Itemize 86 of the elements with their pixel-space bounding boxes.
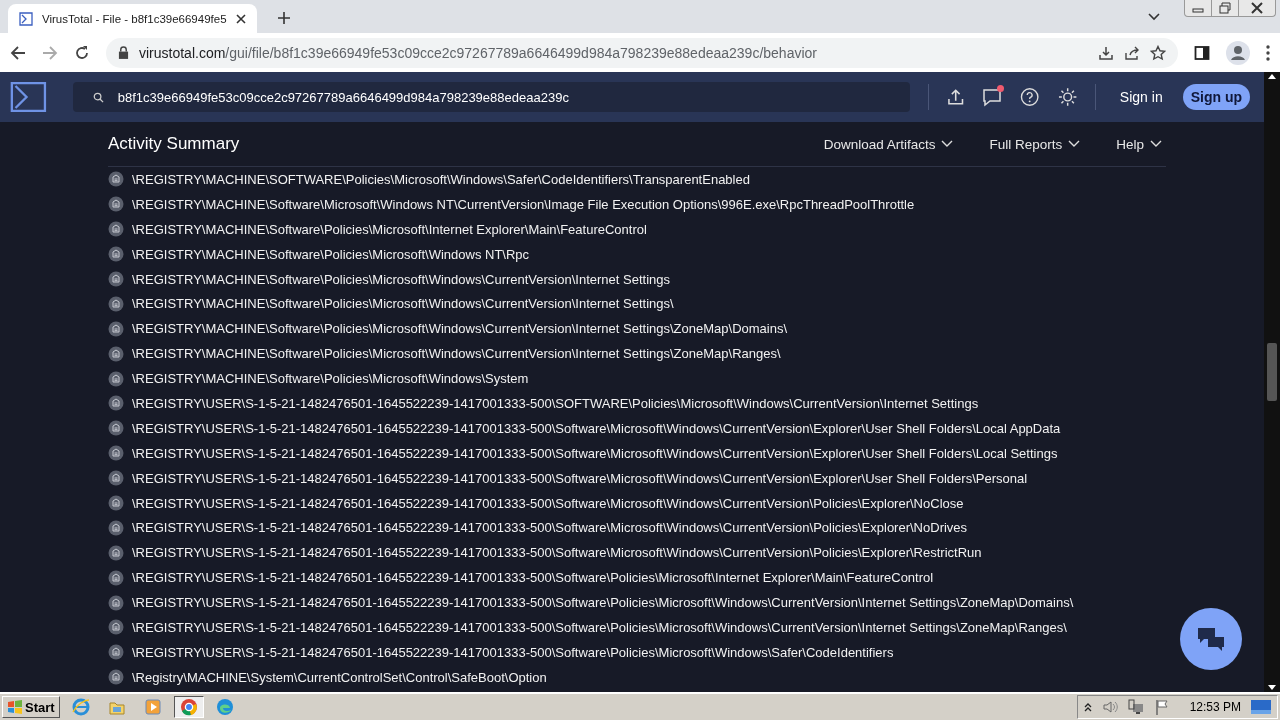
registry-key-path: \REGISTRY\USER\S-1-5-21-1482476501-1645522239-1417001333-500\Software\Microsoft\Windows\CurrentVersion\Explorer\User Shell Folders\Personal xyxy=(132,470,1028,486)
registry-key-icon xyxy=(108,420,124,437)
clock: 12:53 PM xyxy=(1189,700,1241,714)
tab-title: VirusTotal - File - b8f1c39e66949fe5 xyxy=(42,12,227,25)
dropdown-menu[interactable]: Help xyxy=(1112,136,1166,152)
registry-key-path: \REGISTRY\MACHINE\Software\Policies\Microsoft\Windows\CurrentVersion\Internet Settings\ZoneMap\Ranges\ xyxy=(132,346,781,362)
chat-bubbles-icon xyxy=(1196,626,1226,652)
registry-key-path: \Registry\MACHINE\System\CurrentControlSet\Control\SafeBoot\Option xyxy=(132,669,547,685)
new-tab-icon[interactable] xyxy=(276,11,291,25)
chevron-down-icon xyxy=(941,140,954,148)
registry-key-icon xyxy=(108,644,124,661)
dropdown-menu[interactable]: Download Artifacts xyxy=(819,136,958,152)
registry-key-path: \REGISTRY\MACHINE\Software\Policies\Microsoft\Internet Explorer\Main\FeatureControl xyxy=(132,221,647,237)
flag-icon[interactable] xyxy=(1153,699,1170,715)
chrome-logo-icon xyxy=(179,698,198,716)
registry-key-path: \REGISTRY\USER\S-1-5-21-1482476501-1645522239-1417001333-500\Software\Microsoft\Windows\CurrentVersion\Explorer\User Shell Folders\Local Settings xyxy=(132,445,1058,461)
registry-key-icon xyxy=(108,669,124,686)
search-icon xyxy=(92,91,104,103)
registry-key-path: \REGISTRY\USER\S-1-5-21-1482476501-1645522239-1417001333-500\Software\Policies\Microsoft\Windows\Safer\CodeIdentifiers xyxy=(132,644,894,660)
registry-key-path: \REGISTRY\USER\S-1-5-21-1482476501-1645522239-1417001333-500\Software\Microsoft\Windows\CurrentVersion\Policies\Explorer\NoClose xyxy=(132,495,964,511)
registry-key-path: \REGISTRY\MACHINE\Software\Policies\Microsoft\Windows\System xyxy=(132,371,529,387)
browser-e-icon xyxy=(71,698,90,716)
registry-key-path: \REGISTRY\USER\S-1-5-21-1482476501-1645522239-1417001333-500\Software\Microsoft\Windows\CurrentVersion\Policies\Explorer\RestrictRun xyxy=(132,545,982,561)
registry-key-path: \REGISTRY\USER\S-1-5-21-1482476501-1645522239-1417001333-500\Software\Policies\Microsoft\Internet Explorer\Main\FeatureControl xyxy=(132,570,934,586)
profile-avatar-icon[interactable] xyxy=(1226,40,1250,65)
chevron-down-icon xyxy=(1150,140,1162,148)
registry-key-icon xyxy=(108,544,124,561)
lock-icon xyxy=(118,46,129,59)
registry-key-icon xyxy=(108,370,124,387)
registry-key-path: \REGISTRY\MACHINE\Software\Microsoft\Windows NT\CurrentVersion\Image File Execution Options\996E.exe\RpcThreadPoolThrottle xyxy=(132,196,915,212)
registry-key-icon xyxy=(108,569,124,586)
sign-in-link[interactable]: Sign in xyxy=(1113,88,1169,106)
taskbar-app-button[interactable] xyxy=(173,696,204,718)
edge-logo-icon xyxy=(215,698,234,716)
network-icon[interactable] xyxy=(1127,699,1144,715)
registry-key-icon xyxy=(108,271,124,287)
registry-key-path: \REGISTRY\MACHINE\SOFTWARE\Policies\Microsoft\Windows\Safer\CodeIdentifiers\TransparentEnabled xyxy=(132,171,750,187)
share-icon[interactable] xyxy=(1124,44,1140,61)
chat-icon[interactable] xyxy=(982,87,1003,107)
registry-key-icon xyxy=(108,594,124,611)
sign-up-button[interactable]: Sign up xyxy=(1182,84,1250,110)
registry-key-icon xyxy=(108,519,124,536)
registry-key-icon xyxy=(108,171,124,188)
theme-sun-icon[interactable] xyxy=(1057,87,1077,107)
registry-key-path: \REGISTRY\MACHINE\Software\Policies\Microsoft\Windows\CurrentVersion\Internet Settings\ xyxy=(132,296,674,312)
registry-key-icon xyxy=(108,445,124,462)
registry-key-path: \REGISTRY\MACHINE\Software\Policies\Microsoft\Windows\CurrentVersion\Internet Settings xyxy=(132,271,670,287)
registry-key-path: \REGISTRY\USER\S-1-5-21-1482476501-1645522239-1417001333-500\Software\Microsoft\Windows\CurrentVersion\Explorer\User Shell Folders\Local AppData xyxy=(132,420,1061,436)
star-icon[interactable] xyxy=(1150,44,1166,61)
registry-key-icon xyxy=(108,619,124,636)
windows-flag-icon xyxy=(7,699,23,715)
registry-key-icon xyxy=(108,320,124,337)
section-title: Activity Summary xyxy=(108,134,241,154)
registry-key-icon xyxy=(108,345,124,362)
close-icon[interactable] xyxy=(234,12,247,25)
registry-key-icon xyxy=(108,395,124,412)
chevron-down-icon[interactable] xyxy=(1148,13,1160,21)
registry-key-path: \REGISTRY\USER\S-1-5-21-1482476501-1645522239-1417001333-500\Software\Policies\Microsoft\Windows\CurrentVersion\Internet Settings\ZoneMap\Domains\ xyxy=(132,595,1074,611)
sigma-logo-icon xyxy=(10,81,47,113)
sigma-logo-icon xyxy=(18,10,34,27)
registry-key-path: \REGISTRY\USER\S-1-5-21-1482476501-1645522239-1417001333-500\SOFTWARE\Policies\Microsoft\Windows\CurrentVersion\Internet Settings xyxy=(132,395,979,411)
chevron-up-icon[interactable] xyxy=(1083,702,1092,712)
registry-key-path: \REGISTRY\MACHINE\Software\Policies\Microsoft\Windows\CurrentVersion\Internet Settings\ZoneMap\Domains\ xyxy=(132,321,788,337)
registry-key-icon xyxy=(108,246,124,263)
chevron-down-icon xyxy=(1068,140,1081,148)
registry-key-icon xyxy=(108,196,124,213)
registry-key-path: \REGISTRY\USER\S-1-5-21-1482476501-1645522239-1417001333-500\Software\Policies\Microsoft\Windows\CurrentVersion\Internet Settings\ZoneMap\Ranges\ xyxy=(132,619,1067,635)
more-menu-icon[interactable] xyxy=(1266,44,1270,61)
scrollbar-thumb[interactable] xyxy=(1267,343,1277,401)
play-icon xyxy=(143,698,162,716)
registry-key-path: \REGISTRY\USER\S-1-5-21-1482476501-1645522239-1417001333-500\Software\Microsoft\Windows\CurrentVersion\Policies\Explorer\NoDrives xyxy=(132,520,968,536)
back-icon[interactable] xyxy=(10,44,26,61)
side-panel-icon[interactable] xyxy=(1194,44,1210,61)
registry-key-icon xyxy=(108,495,124,511)
start-button[interactable]: Start xyxy=(2,696,60,718)
install-icon[interactable] xyxy=(1098,44,1114,61)
reload-icon[interactable] xyxy=(74,44,90,61)
registry-key-icon xyxy=(108,295,124,312)
dropdown-menu[interactable]: Full Reports xyxy=(985,136,1085,152)
search-field[interactable]: b8f1c39e66949fe53c09cce2c97267789a6646499d984a798239e88edeaa239c xyxy=(72,82,910,112)
registry-key-icon xyxy=(108,221,124,238)
registry-key-icon xyxy=(108,470,124,487)
help-icon[interactable] xyxy=(1020,87,1040,107)
registry-key-path: \REGISTRY\MACHINE\Software\Policies\Microsoft\Windows NT\Rpc xyxy=(132,246,530,262)
upload-icon[interactable] xyxy=(946,88,965,106)
browser-tab[interactable]: VirusTotal - File - b8f1c39e66949fe5 xyxy=(8,4,257,33)
